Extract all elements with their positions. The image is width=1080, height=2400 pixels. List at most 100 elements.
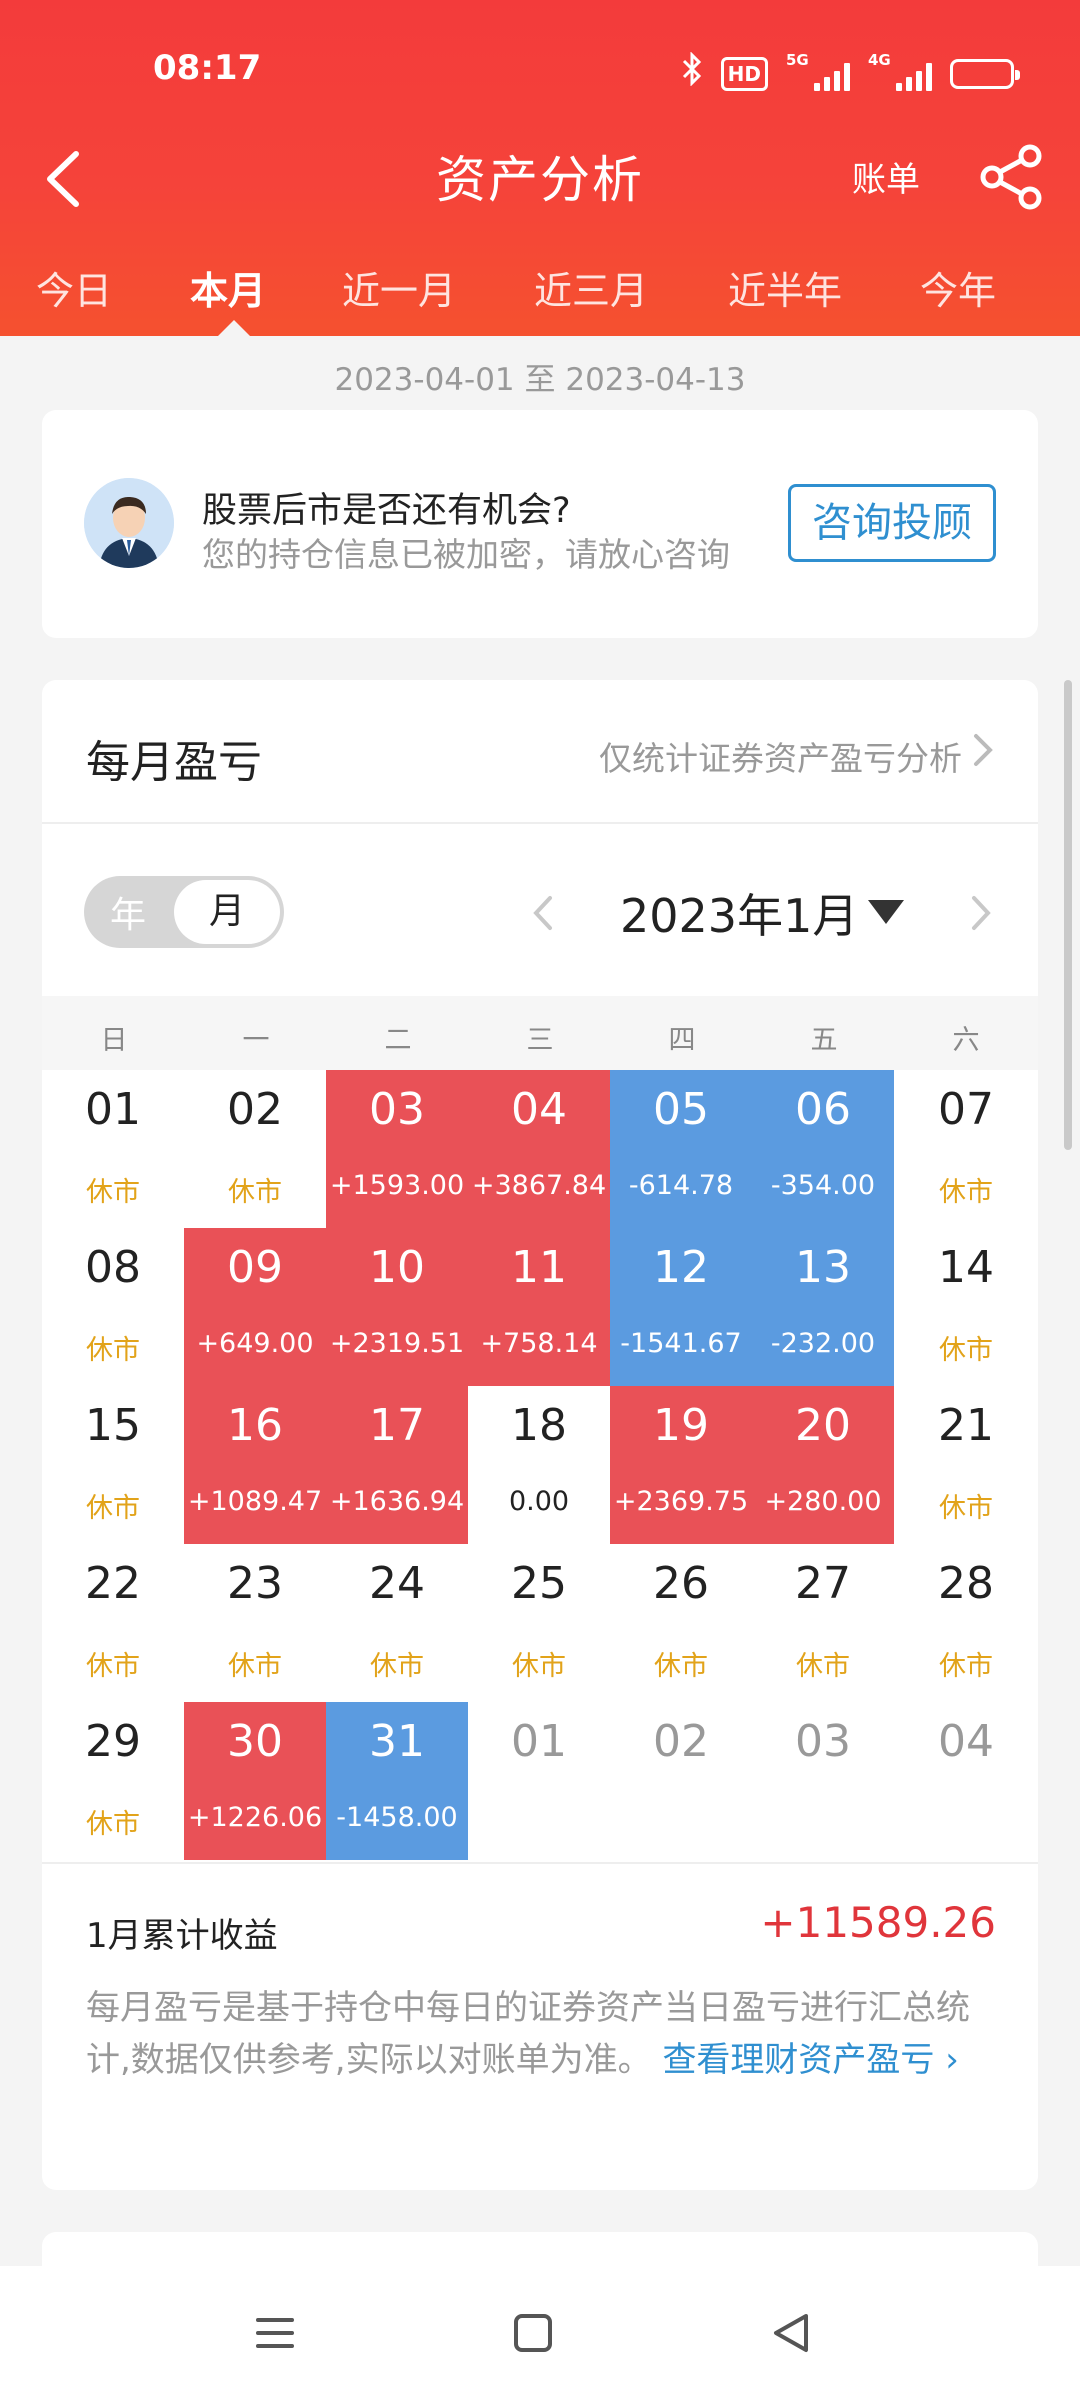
calendar-day-value: 休市: [939, 1651, 993, 1682]
calendar-day-value: +1089.47: [187, 1486, 323, 1517]
calendar-day-cell[interactable]: 24 休市: [326, 1544, 468, 1702]
weekday-label: 二: [384, 1025, 412, 1056]
calendar-day-cell[interactable]: 02: [610, 1702, 752, 1860]
signal-4g-icon: 4G: [868, 51, 932, 91]
calendar-day-cell[interactable]: 17 +1636.94: [326, 1386, 468, 1544]
calendar-day-cell[interactable]: 08 休市: [42, 1228, 184, 1386]
calendar-day-value: 休市: [86, 1651, 140, 1682]
calendar-day-cell[interactable]: 12 -1541.67: [610, 1228, 752, 1386]
toggle-year[interactable]: 年: [110, 886, 146, 938]
calendar-day-cell[interactable]: 07 休市: [894, 1070, 1038, 1228]
triangle-back-icon[interactable]: [768, 2310, 814, 2356]
weekday-header: 日 一 二 三 四 五 六: [42, 996, 1038, 1070]
current-month-label[interactable]: 2023年1月: [620, 880, 858, 946]
calendar-day-cell[interactable]: 21 休市: [894, 1386, 1038, 1544]
monthly-pl-card: 每月盈亏 仅统计证券资产盈亏分析 年 月 2023年1月 日 一 二 三 四 五…: [42, 680, 1038, 2190]
calendar-day-number: 03: [795, 1716, 851, 1767]
app-header: 08:17 HD 5G 4G 资产分析 账单 今日 本月 近一月 近三月 近半年…: [0, 0, 1080, 336]
calendar-day-cell[interactable]: 20 +280.00: [752, 1386, 894, 1544]
calendar-day-cell[interactable]: 04 +3867.84: [468, 1070, 610, 1228]
calendar-day-cell[interactable]: 25 休市: [468, 1544, 610, 1702]
calendar-day-cell[interactable]: 30 +1226.06: [184, 1702, 326, 1860]
chevron-right-icon[interactable]: [966, 890, 996, 936]
calendar-grid: 01 休市 02 休市 03 +1593.00 04 +3867.84 05 -614.78 06 -…: [42, 1070, 1038, 1860]
calendar-day-cell[interactable]: 26 休市: [610, 1544, 752, 1702]
bluetooth-icon: [681, 51, 703, 95]
calendar-day-cell[interactable]: 09 +649.00: [184, 1228, 326, 1386]
calendar-day-value: -1541.67: [620, 1328, 742, 1359]
scrollbar[interactable]: [1064, 680, 1072, 1150]
calendar-day-cell[interactable]: 13 -232.00: [752, 1228, 894, 1386]
calendar-day-value: 休市: [796, 1651, 850, 1682]
calendar-day-cell[interactable]: 01 休市: [42, 1070, 184, 1228]
calendar-day-number: 02: [653, 1716, 709, 1767]
calendar-day-cell[interactable]: 28 休市: [894, 1544, 1038, 1702]
weekday-label: 日: [100, 1025, 128, 1056]
calendar-day-value: +1593.00: [329, 1170, 465, 1201]
chevron-left-icon[interactable]: [528, 890, 558, 936]
calendar-day-cell[interactable]: 15 休市: [42, 1386, 184, 1544]
calendar-day-number: 10: [369, 1242, 425, 1293]
share-icon[interactable]: [976, 142, 1046, 212]
calendar-day-cell[interactable]: 22 休市: [42, 1544, 184, 1702]
hd-voice-badge: HD: [720, 56, 768, 91]
consult-advisor-button[interactable]: 咨询投顾: [788, 484, 996, 562]
tab-this-month[interactable]: 本月: [190, 260, 266, 315]
calendar-day-cell[interactable]: 02 休市: [184, 1070, 326, 1228]
calendar-day-cell[interactable]: 19 +2369.75: [610, 1386, 752, 1544]
securities-analysis-link[interactable]: 仅统计证券资产盈亏分析: [599, 732, 962, 780]
calendar-day-value: 休市: [86, 1335, 140, 1366]
calendar-day-value: 休市: [228, 1651, 282, 1682]
calendar-day-number: 07: [938, 1084, 994, 1135]
tab-last-month[interactable]: 近一月: [342, 260, 456, 315]
year-month-toggle[interactable]: 年 月: [84, 876, 284, 948]
calendar-day-value: 休市: [939, 1335, 993, 1366]
calendar-day-cell[interactable]: 10 +2319.51: [326, 1228, 468, 1386]
calendar-day-cell[interactable]: 03 +1593.00: [326, 1070, 468, 1228]
calendar-day-number: 30: [227, 1716, 283, 1767]
advisor-card: 股票后市是否还有机会? 您的持仓信息已被加密，请放心咨询 咨询投顾: [42, 410, 1038, 638]
calendar-day-value: 休市: [86, 1809, 140, 1840]
pl-note: 每月盈亏是基于持仓中每日的证券资产当日盈亏进行汇总统计,数据仅供参考,实际以对账…: [86, 1982, 1006, 2086]
wealth-pl-link[interactable]: 查看理财资产盈亏 ›: [662, 2040, 958, 2080]
calendar-day-cell[interactable]: 11 +758.14: [468, 1228, 610, 1386]
calendar-day-cell[interactable]: 03: [752, 1702, 894, 1860]
calendar-day-cell[interactable]: 01: [468, 1702, 610, 1860]
period-tabs: 今日 本月 近一月 近三月 近半年 今年: [0, 250, 1080, 336]
calendar-day-value: -614.78: [628, 1170, 734, 1201]
calendar-day-cell[interactable]: 16 +1089.47: [184, 1386, 326, 1544]
tab-today[interactable]: 今日: [36, 260, 112, 315]
menu-icon[interactable]: [252, 2310, 298, 2356]
home-square-icon[interactable]: [510, 2310, 556, 2356]
bill-button[interactable]: 账单: [852, 152, 920, 201]
toggle-month[interactable]: 月: [174, 880, 280, 944]
calendar-day-cell[interactable]: 18 0.00: [468, 1386, 610, 1544]
calendar-controls: 年 月 2023年1月: [42, 826, 1038, 996]
tab-last-half-year[interactable]: 近半年: [728, 260, 842, 315]
calendar-day-number: 29: [85, 1716, 141, 1767]
calendar-day-cell[interactable]: 27 休市: [752, 1544, 894, 1702]
triangle-down-icon[interactable]: [868, 900, 904, 924]
nav-bar: 资产分析 账单: [0, 130, 1080, 230]
calendar-day-number: 20: [795, 1400, 851, 1451]
calendar-day-value: 休市: [512, 1651, 566, 1682]
chevron-right-icon[interactable]: [968, 728, 998, 772]
weekday-label: 六: [952, 1025, 980, 1056]
calendar-day-cell[interactable]: 31 -1458.00: [326, 1702, 468, 1860]
tab-this-year[interactable]: 今年: [920, 260, 996, 315]
calendar-day-cell[interactable]: 14 休市: [894, 1228, 1038, 1386]
calendar-day-value: 休市: [370, 1651, 424, 1682]
calendar-day-cell[interactable]: 06 -354.00: [752, 1070, 894, 1228]
calendar-day-cell[interactable]: 05 -614.78: [610, 1070, 752, 1228]
calendar-day-number: 22: [85, 1558, 141, 1609]
calendar-day-number: 11: [511, 1242, 567, 1293]
calendar-day-number: 08: [85, 1242, 141, 1293]
calendar-day-cell[interactable]: 29 休市: [42, 1702, 184, 1860]
calendar-day-number: 23: [227, 1558, 283, 1609]
calendar-day-value: 休市: [86, 1493, 140, 1524]
calendar-day-cell[interactable]: 23 休市: [184, 1544, 326, 1702]
tab-last-three-months[interactable]: 近三月: [534, 260, 648, 315]
calendar-day-number: 14: [938, 1242, 994, 1293]
calendar-day-number: 18: [511, 1400, 567, 1451]
calendar-day-cell[interactable]: 04: [894, 1702, 1038, 1860]
